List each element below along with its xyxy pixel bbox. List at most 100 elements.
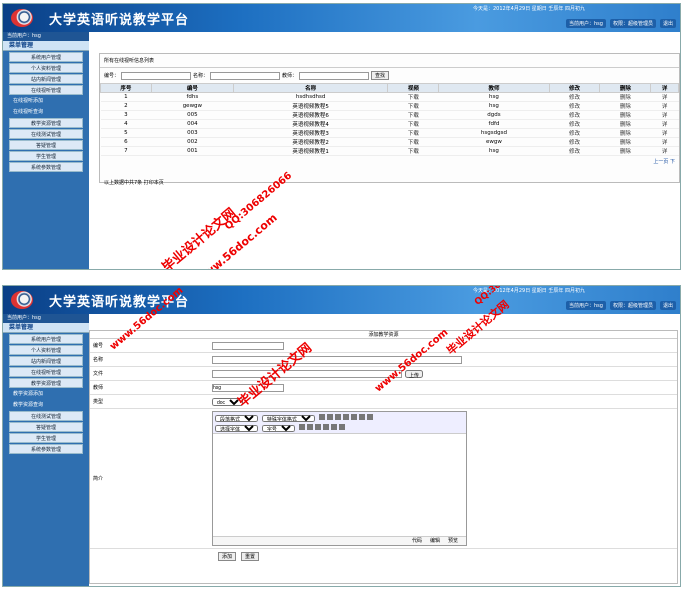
- user-links: 当前用户：hsg 权限：超级管理员 退出: [566, 18, 676, 28]
- row-action-link[interactable]: 删除: [599, 92, 651, 102]
- row-action-link[interactable]: 修改: [549, 128, 600, 138]
- row-action-link[interactable]: 删除: [599, 137, 651, 147]
- sidebar-sub-av-query[interactable]: 在线视听查询: [5, 107, 87, 117]
- teacher-search-input[interactable]: [299, 71, 370, 80]
- row-action-link[interactable]: 详: [650, 110, 679, 120]
- sidebar-item-news-2[interactable]: 站内新闻管理: [9, 356, 83, 366]
- italic-icon[interactable]: [306, 424, 313, 430]
- sidebar-sub-av-add[interactable]: 在线视听添加: [5, 96, 87, 106]
- sidebar-sub-res-add[interactable]: 教学资源添加: [5, 389, 87, 399]
- name-search-input[interactable]: [210, 71, 281, 80]
- sidebar-head-2[interactable]: 菜单管理: [3, 323, 89, 333]
- permission-link-2[interactable]: 权限：超级管理员: [609, 300, 656, 310]
- row-action-link[interactable]: 下载: [387, 101, 439, 111]
- font-size-select[interactable]: 字号: [261, 425, 295, 432]
- sidebar-item-news[interactable]: 站内新闻管理: [9, 74, 83, 84]
- row-action-link[interactable]: 详: [650, 146, 679, 156]
- underline-icon[interactable]: [314, 424, 321, 430]
- sidebar-item-settings-2[interactable]: 系统参数管理: [9, 444, 83, 454]
- search-bar: 编号： 名称： 教师： 查找: [100, 68, 679, 83]
- row-action-link[interactable]: 下载: [387, 128, 439, 138]
- sidebar-item-users[interactable]: 系统用户管理: [9, 52, 83, 62]
- cut-icon[interactable]: [350, 414, 357, 420]
- code-field[interactable]: [212, 341, 284, 350]
- editor-tabs: 代码 编辑 预览: [213, 536, 466, 545]
- table-cell: 6: [100, 137, 152, 147]
- sidebar-item-qa[interactable]: 答疑管理: [9, 140, 83, 150]
- table-cell: hsg: [438, 92, 550, 102]
- row-action-link[interactable]: 删除: [599, 110, 651, 120]
- row-action-link[interactable]: 下载: [387, 146, 439, 156]
- row-action-link[interactable]: 删除: [599, 128, 651, 138]
- reset-button[interactable]: 重置: [241, 552, 260, 561]
- row-action-link[interactable]: 删除: [599, 119, 651, 129]
- link-icon[interactable]: [338, 424, 345, 430]
- tab-code[interactable]: 代码: [412, 537, 422, 545]
- app-logo-icon-2: [11, 291, 33, 309]
- current-user-link-2[interactable]: 当前用户：hsg: [566, 300, 606, 310]
- row-action-link[interactable]: 修改: [549, 101, 600, 111]
- special-font-select[interactable]: 特殊字体格式: [261, 415, 315, 422]
- para-format-select[interactable]: 段落格式: [215, 415, 258, 422]
- table-icon[interactable]: [330, 424, 337, 430]
- sidebar-item-profile[interactable]: 个人资料管理: [9, 63, 83, 73]
- logout-link[interactable]: 退出: [659, 18, 676, 28]
- sidebar-2: 当前用户：hsg 菜单管理 系统用户管理 个人资料管理 站内新闻管理 在线视听管…: [3, 314, 89, 586]
- align-center-icon[interactable]: [326, 414, 333, 420]
- sidebar-item-tests-2[interactable]: 在线测试管理: [9, 411, 83, 421]
- sidebar-item-profile-2[interactable]: 个人资料管理: [9, 345, 83, 355]
- paste-icon[interactable]: [366, 414, 373, 420]
- row-action-link[interactable]: 下载: [387, 92, 439, 102]
- sidebar-item-resources-2[interactable]: 教学资源管理: [9, 378, 83, 388]
- align-left-icon[interactable]: [318, 414, 325, 420]
- current-user-link[interactable]: 当前用户：hsg: [566, 18, 606, 28]
- tab-edit[interactable]: 编辑: [430, 537, 440, 545]
- row-action-link[interactable]: 下载: [387, 137, 439, 147]
- code-search-input[interactable]: [121, 71, 192, 80]
- row-action-link[interactable]: 详: [650, 128, 679, 138]
- row-action-link[interactable]: 修改: [549, 146, 600, 156]
- row-action-link[interactable]: 删除: [599, 146, 651, 156]
- row-action-link[interactable]: 详: [650, 101, 679, 111]
- table-cell: 英语视频教程1: [233, 146, 388, 156]
- undo-icon[interactable]: [334, 414, 341, 420]
- copy-icon[interactable]: [358, 414, 365, 420]
- column-header: 视频: [387, 83, 440, 93]
- redo-icon[interactable]: [342, 414, 349, 420]
- sidebar-sub-res-query[interactable]: 教学资源查询: [5, 400, 87, 410]
- sidebar-item-users-2[interactable]: 系统用户管理: [9, 334, 83, 344]
- row-action-link[interactable]: 修改: [549, 92, 600, 102]
- font-select[interactable]: 选择字体: [215, 425, 258, 432]
- sidebar-item-resources[interactable]: 教学资源管理: [9, 118, 83, 128]
- row-action-link[interactable]: 详: [650, 137, 679, 147]
- logout-link-2[interactable]: 退出: [659, 300, 676, 310]
- table-cell: 4: [100, 119, 152, 129]
- file-field[interactable]: [212, 369, 402, 378]
- submit-button[interactable]: 添加: [218, 552, 237, 561]
- sidebar-item-settings[interactable]: 系统参数管理: [9, 162, 83, 172]
- row-action-link[interactable]: 删除: [599, 101, 651, 111]
- sidebar-item-tests[interactable]: 在线测试管理: [9, 129, 83, 139]
- row-action-link[interactable]: 修改: [549, 137, 600, 147]
- row-action-link[interactable]: 详: [650, 92, 679, 102]
- sidebar-item-av-2[interactable]: 在线视听管理: [9, 367, 83, 377]
- main-area: 所有在线视听信息列表 编号： 名称： 教师： 查找 序号 编号 名称 视频 教师 修改 删除…: [95, 49, 680, 269]
- tab-preview[interactable]: 预览: [448, 537, 458, 545]
- sidebar-head[interactable]: 菜单管理: [3, 41, 89, 51]
- permission-link[interactable]: 权限：超级管理员: [609, 18, 656, 28]
- sidebar-item-qa-2[interactable]: 答疑管理: [9, 422, 83, 432]
- pager[interactable]: 上一页 下: [100, 158, 679, 165]
- row-action-link[interactable]: 下载: [387, 119, 439, 129]
- row-action-link[interactable]: 修改: [549, 110, 600, 120]
- row-action-link[interactable]: 详: [650, 119, 679, 129]
- sidebar-item-av[interactable]: 在线视听管理: [9, 85, 83, 95]
- bold-icon[interactable]: [298, 424, 305, 430]
- sidebar-item-students-2[interactable]: 学生管理: [9, 433, 83, 443]
- rich-text-editor[interactable]: 段落格式 特殊字体格式 选择字体 字号 代码 编辑 预览: [212, 411, 467, 546]
- row-action-link[interactable]: 下载: [387, 110, 439, 120]
- add-resource-form: 添加教学资源 编号 名称 文件 上传 教师 类型 doc 简介: [89, 330, 678, 584]
- row-action-link[interactable]: 修改: [549, 119, 600, 129]
- image-icon[interactable]: [322, 424, 329, 430]
- search-button[interactable]: 查找: [371, 71, 390, 80]
- sidebar-item-students[interactable]: 学生管理: [9, 151, 83, 161]
